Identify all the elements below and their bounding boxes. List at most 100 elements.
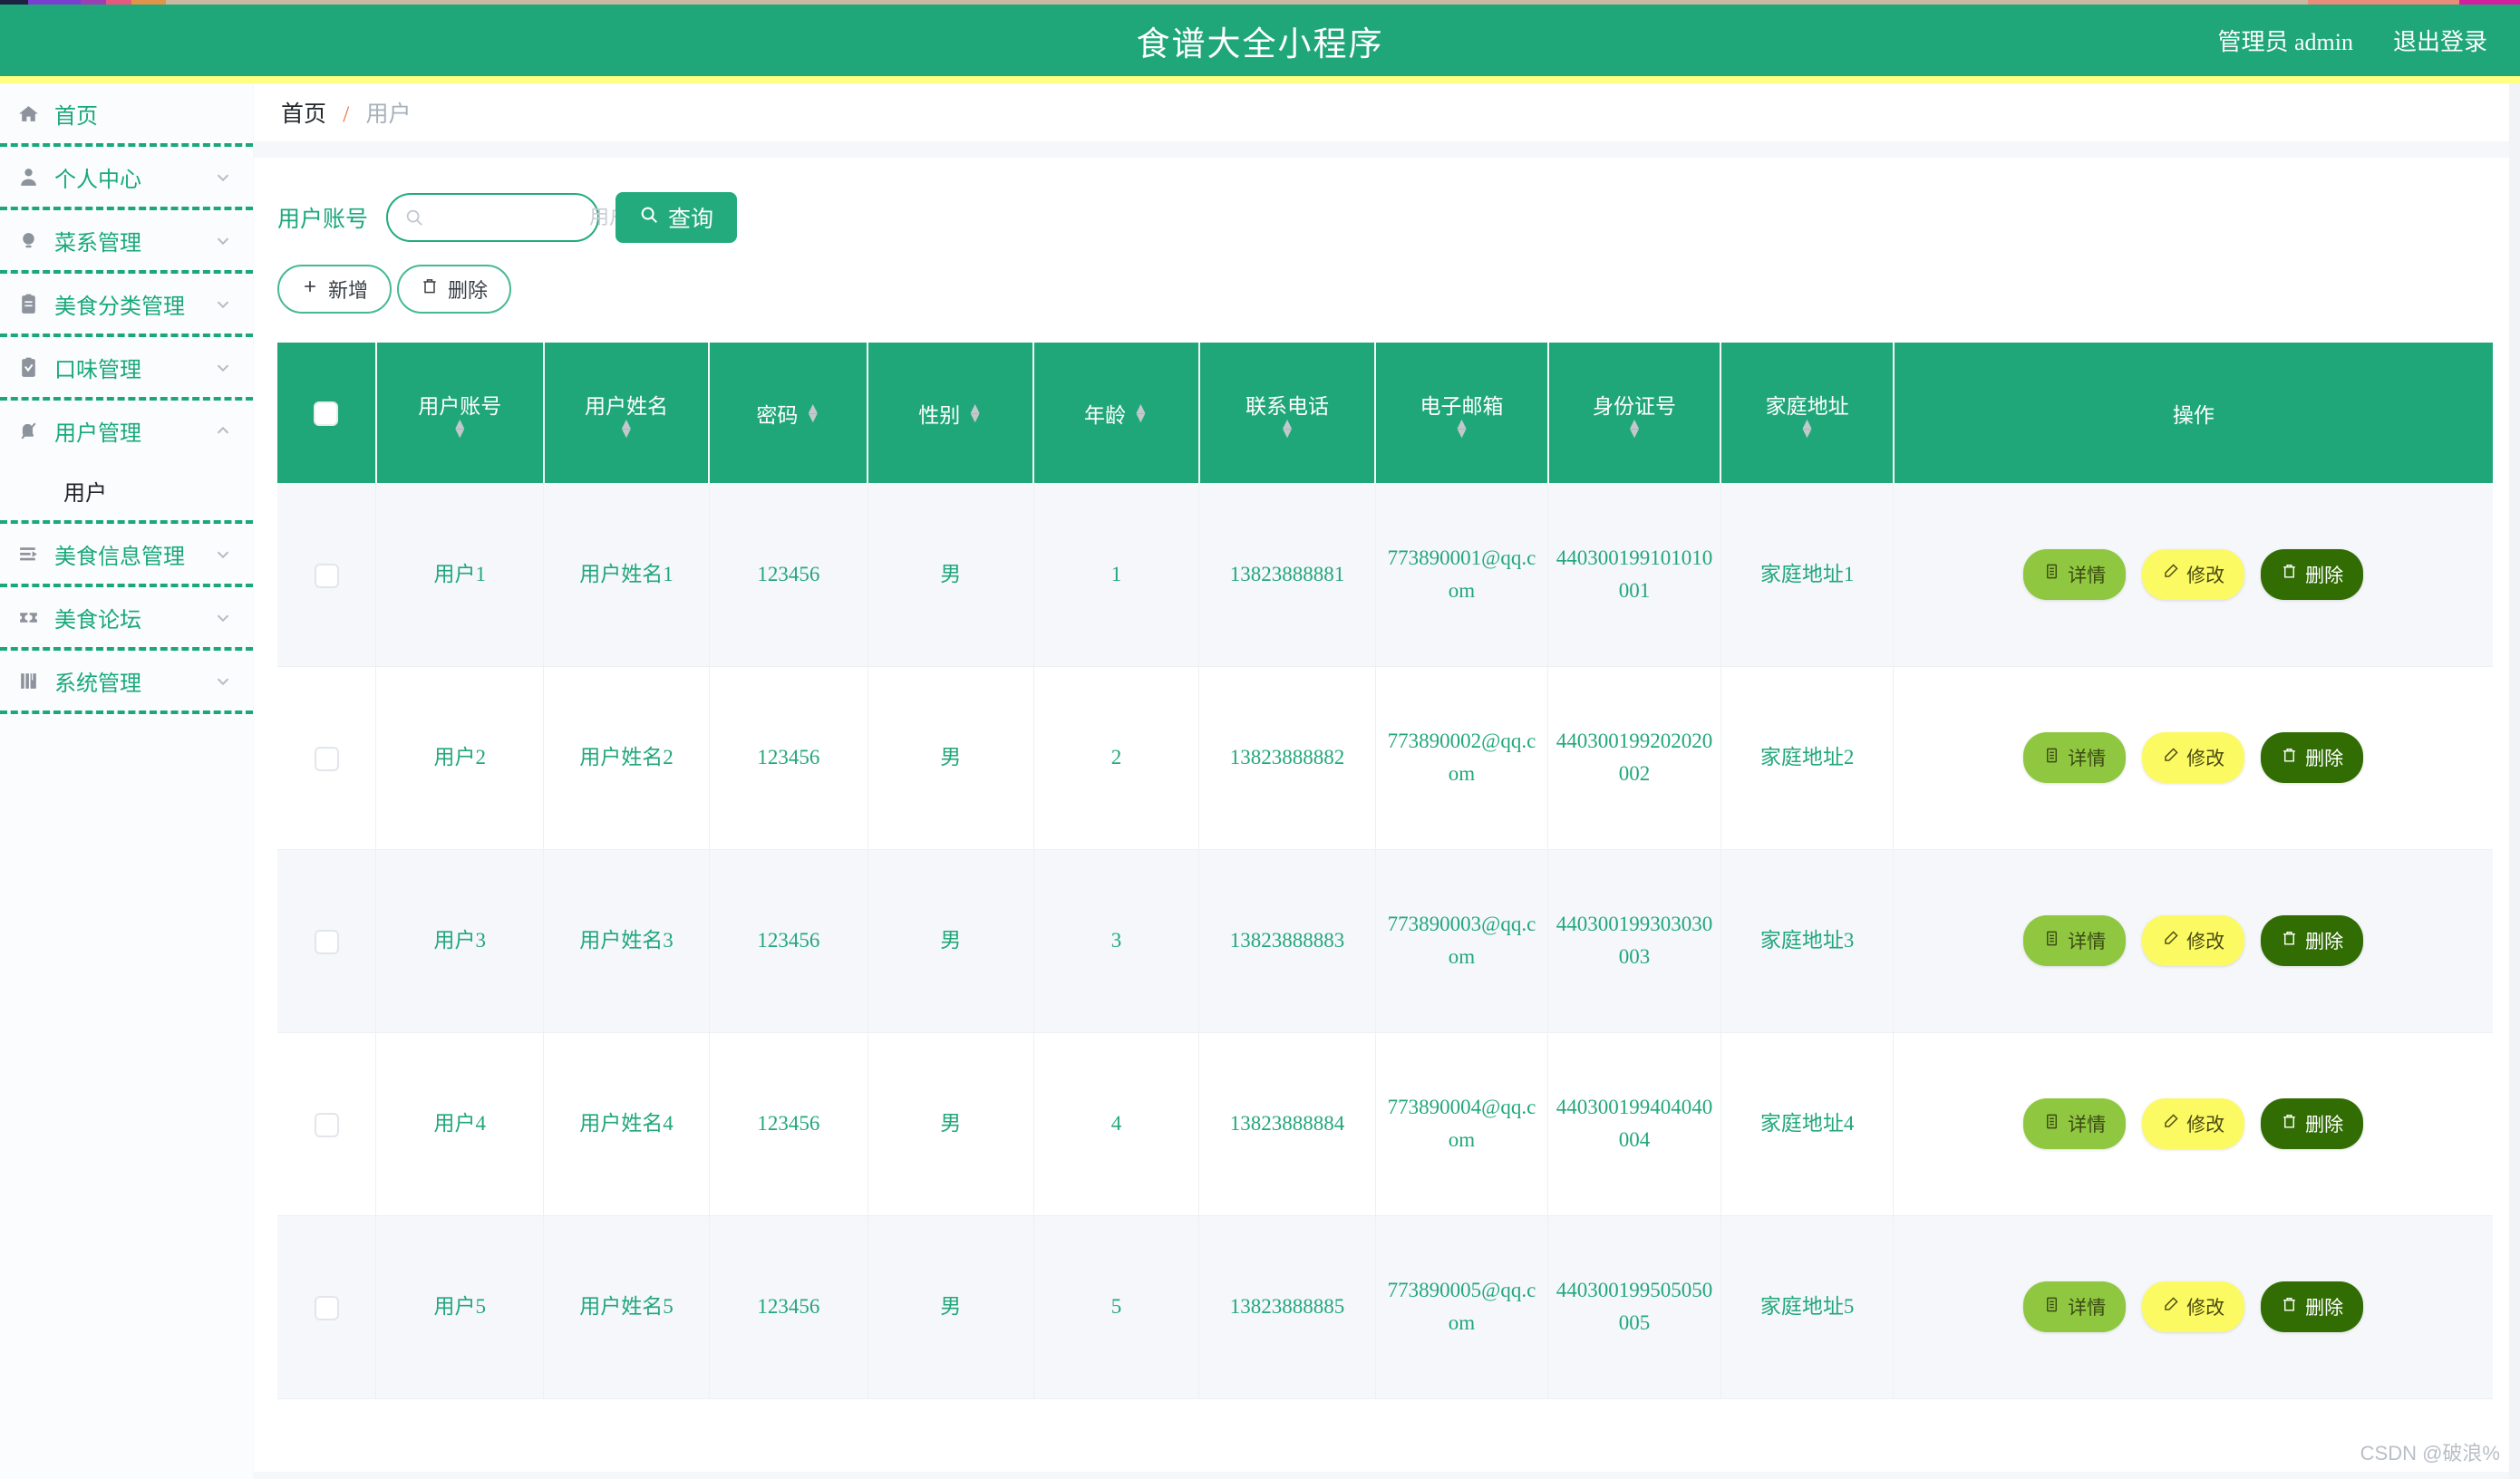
sort-icon[interactable]: ▲ ▼ [967, 401, 983, 425]
cell-gender: 男 [867, 483, 1034, 667]
sidebar-item-taste[interactable]: 口味管理 [0, 337, 253, 397]
trash-icon [2281, 563, 2298, 585]
cell-password: 123456 [709, 849, 868, 1033]
sort-icon[interactable]: ▲ ▼ [805, 401, 820, 425]
cell-operations: 详情 修改 删除 [1893, 1032, 2493, 1216]
row-delete-button-label: 删除 [2305, 1114, 2344, 1136]
cell-address: 家庭地址1 [1720, 483, 1895, 667]
sidebar-subitem-user[interactable]: 用户 [0, 460, 253, 520]
cell-phone: 13823888884 [1198, 1032, 1376, 1216]
cell-password: 123456 [709, 483, 868, 667]
cell-name: 用户姓名2 [543, 666, 710, 850]
row-checkbox[interactable] [314, 930, 339, 955]
detail-button[interactable]: 详情 [2023, 1098, 2127, 1149]
table-row: 用户3 用户姓名3 123456 男 3 13823888883 773890003@qq.… [277, 849, 2493, 1033]
detail-button[interactable]: 详情 [2023, 548, 2127, 600]
row-checkbox[interactable] [314, 1113, 339, 1138]
detail-button[interactable]: 详情 [2023, 732, 2127, 783]
th-account[interactable]: 用户账号 ▲ ▼ [375, 343, 545, 483]
clipboard-icon [13, 288, 44, 319]
row-delete-button[interactable]: 删除 [2261, 1098, 2364, 1149]
cell-name: 用户姓名3 [543, 849, 710, 1033]
sort-icon[interactable]: ▲ ▼ [1280, 416, 1295, 440]
sidebar-divider [0, 710, 253, 714]
sort-icon[interactable]: ▲ ▼ [1454, 416, 1469, 440]
row-delete-button[interactable]: 删除 [2261, 732, 2364, 783]
th-idcard[interactable]: 身份证号 ▲ ▼ [1547, 343, 1722, 483]
edit-button[interactable]: 修改 [2142, 732, 2245, 783]
row-delete-button-label: 删除 [2305, 1297, 2344, 1319]
sort-icon[interactable]: ▲ ▼ [452, 416, 468, 440]
sidebar-item-label: 首页 [54, 104, 98, 129]
trash-icon [2281, 930, 2298, 952]
bell-off-icon [13, 415, 44, 446]
row-delete-button-label: 删除 [2305, 748, 2344, 769]
sidebar-item-food-info[interactable]: 美食信息管理 [0, 524, 253, 584]
list-icon [13, 538, 44, 569]
row-checkbox[interactable] [314, 747, 339, 772]
th-gender[interactable]: 性别 ▲ ▼ [867, 343, 1035, 483]
chevron-up-icon [213, 420, 233, 440]
cell-phone: 13823888883 [1198, 849, 1376, 1033]
th-phone[interactable]: 联系电话 ▲ ▼ [1198, 343, 1377, 483]
row-delete-button[interactable]: 删除 [2261, 915, 2364, 966]
sort-icon[interactable]: ▲ ▼ [1799, 416, 1815, 440]
select-all-checkbox[interactable] [314, 401, 339, 426]
query-button-label: 查询 [668, 208, 714, 232]
cell-age: 5 [1033, 1215, 1200, 1399]
delete-button[interactable]: 删除 [397, 265, 512, 314]
logout-button[interactable]: 退出登录 [2393, 24, 2487, 57]
sidebar-item-user-management[interactable]: 用户管理 [0, 401, 253, 460]
cell-phone: 13823888881 [1198, 483, 1376, 667]
cell-idcard: 440300199202020002 [1547, 666, 1721, 850]
search-bar: 用户账号 查询 [277, 192, 2493, 243]
th-name[interactable]: 用户姓名 ▲ ▼ [543, 343, 711, 483]
chevron-down-icon [213, 357, 233, 377]
edit-button[interactable]: 修改 [2142, 1281, 2245, 1332]
row-delete-button[interactable]: 删除 [2261, 1281, 2364, 1332]
sidebar-item-label: 口味管理 [54, 358, 141, 382]
sidebar-item-food-category[interactable]: 美食分类管理 [0, 274, 253, 334]
sort-icon[interactable]: ▲ ▼ [1133, 401, 1149, 425]
accent-bar [0, 76, 2520, 83]
row-checkbox[interactable] [314, 564, 339, 589]
edit-button-label: 修改 [2186, 1297, 2225, 1319]
scrollbar[interactable] [2509, 83, 2520, 1479]
search-field-wrapper[interactable] [386, 193, 670, 242]
th-label: 操作 [2172, 403, 2215, 427]
sidebar-item-forum[interactable]: 美食论坛 [0, 587, 253, 647]
cell-operations: 详情 修改 删除 [1893, 849, 2493, 1033]
sidebar-item-profile[interactable]: 个人中心 [0, 147, 253, 207]
sidebar-item-home[interactable]: 首页 [0, 83, 253, 143]
query-button[interactable]: 查询 [615, 192, 738, 243]
cell-password: 123456 [709, 1215, 868, 1399]
edit-button[interactable]: 修改 [2142, 548, 2245, 600]
row-delete-button[interactable]: 删除 [2261, 548, 2364, 600]
add-button[interactable]: 新增 [277, 265, 393, 314]
table-body: 用户1 用户姓名1 123456 男 1 13823888881 773890001@qq.… [277, 483, 2493, 1399]
home-icon [13, 98, 44, 129]
sidebar-item-system[interactable]: 系统管理 [0, 651, 253, 710]
detail-button[interactable]: 详情 [2023, 915, 2127, 966]
breadcrumb-home[interactable]: 首页 [281, 102, 326, 127]
edit-button-label: 修改 [2186, 931, 2225, 952]
detail-button[interactable]: 详情 [2023, 1281, 2127, 1332]
breadcrumb-current: 用户 [365, 102, 412, 127]
content-panel: 用户账号 查询 [254, 158, 2520, 1472]
edit-button[interactable]: 修改 [2142, 915, 2245, 966]
th-age[interactable]: 年龄 ▲ ▼ [1033, 343, 1200, 483]
toolbar: 新增 删除 [277, 265, 2493, 314]
sort-icon[interactable]: ▲ ▼ [1627, 416, 1643, 440]
row-checkbox[interactable] [314, 1296, 339, 1321]
th-password[interactable]: 密码 ▲ ▼ [709, 343, 869, 483]
th-email[interactable]: 电子邮箱 ▲ ▼ [1375, 343, 1549, 483]
cell-operations: 详情 修改 删除 [1893, 1215, 2493, 1399]
cell-gender: 男 [867, 849, 1034, 1033]
edit-button[interactable]: 修改 [2142, 1098, 2245, 1149]
app-root: 食谱大全小程序 管理员 admin 退出登录 首页 个人中心 菜系管理 美食分类… [0, 0, 2520, 1479]
cell-address: 家庭地址3 [1720, 849, 1895, 1033]
th-address[interactable]: 家庭地址 ▲ ▼ [1720, 343, 1895, 483]
sidebar-item-label: 美食分类管理 [54, 295, 185, 319]
sort-icon[interactable]: ▲ ▼ [619, 416, 635, 440]
sidebar-item-cuisine[interactable]: 菜系管理 [0, 210, 253, 270]
